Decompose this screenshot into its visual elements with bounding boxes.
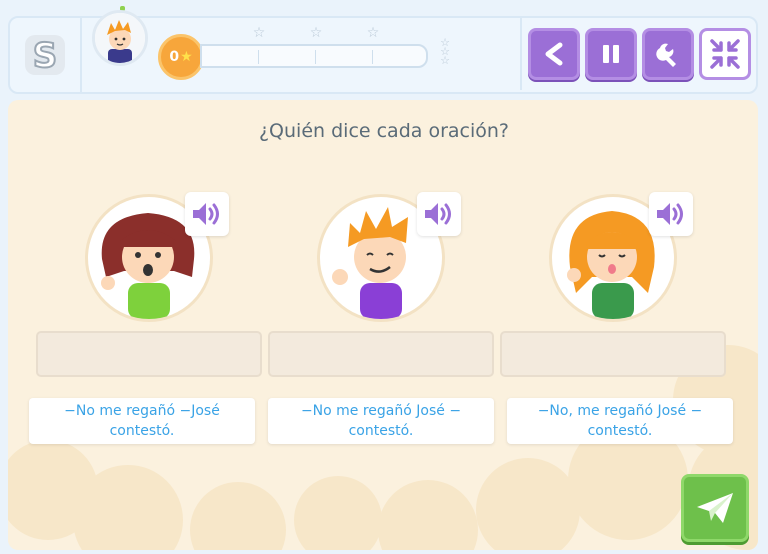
pause-button[interactable] bbox=[585, 28, 637, 80]
sound-button[interactable] bbox=[417, 192, 461, 236]
progress-bar bbox=[200, 44, 428, 68]
answer-card[interactable]: −No, me regañó José − contestó. bbox=[507, 398, 733, 444]
boy-avatar-icon bbox=[95, 13, 145, 63]
score-badge: 0 ★ bbox=[158, 34, 204, 80]
cloud-background bbox=[8, 345, 758, 550]
pause-icon bbox=[603, 45, 619, 63]
send-button[interactable] bbox=[681, 474, 749, 542]
answer-text: −No, me regañó José − contestó. bbox=[537, 403, 703, 439]
progress-star-icon: ☆ bbox=[309, 25, 323, 41]
progress-star-icon: ☆ bbox=[252, 25, 266, 41]
svg-text:S: S bbox=[33, 36, 58, 76]
fullscreen-button[interactable] bbox=[699, 28, 751, 80]
back-button[interactable] bbox=[528, 28, 580, 80]
logo: S bbox=[10, 18, 82, 92]
score-star-icon: ★ bbox=[180, 49, 193, 65]
paper-plane-icon bbox=[697, 493, 733, 523]
progress-tick bbox=[372, 50, 373, 64]
settings-button[interactable] bbox=[642, 28, 694, 80]
sound-button[interactable] bbox=[185, 192, 229, 236]
progress-star-icon: ☆ bbox=[366, 25, 380, 41]
answer-text: −No me regañó −José contestó. bbox=[64, 403, 220, 439]
drop-slot[interactable] bbox=[268, 331, 494, 377]
answer-text: −No me regañó José − contestó. bbox=[300, 403, 462, 439]
drop-slot[interactable] bbox=[500, 331, 726, 377]
progress-tick bbox=[258, 50, 259, 64]
star-stack-icon: ☆ ☆ ☆ bbox=[440, 36, 450, 67]
avatar[interactable] bbox=[92, 10, 148, 66]
question-title: ¿Quién dice cada oración? bbox=[258, 120, 510, 142]
wrench-icon bbox=[656, 43, 676, 67]
sound-button[interactable] bbox=[649, 192, 693, 236]
toolbar-divider bbox=[520, 16, 522, 90]
back-arrow-icon bbox=[545, 42, 563, 66]
answer-card[interactable]: −No me regañó José − contestó. bbox=[268, 398, 494, 444]
progress-tick bbox=[315, 50, 316, 64]
drop-slot[interactable] bbox=[36, 331, 262, 377]
speaker-icon bbox=[425, 203, 451, 225]
answer-card[interactable]: −No me regañó −José contestó. bbox=[29, 398, 255, 444]
score-value: 0 bbox=[169, 49, 180, 65]
speaker-icon bbox=[193, 203, 219, 225]
speaker-icon bbox=[657, 203, 683, 225]
app-logo-icon: S bbox=[25, 35, 65, 77]
collapse-arrows-icon bbox=[710, 39, 740, 69]
exercise-panel bbox=[8, 100, 758, 550]
